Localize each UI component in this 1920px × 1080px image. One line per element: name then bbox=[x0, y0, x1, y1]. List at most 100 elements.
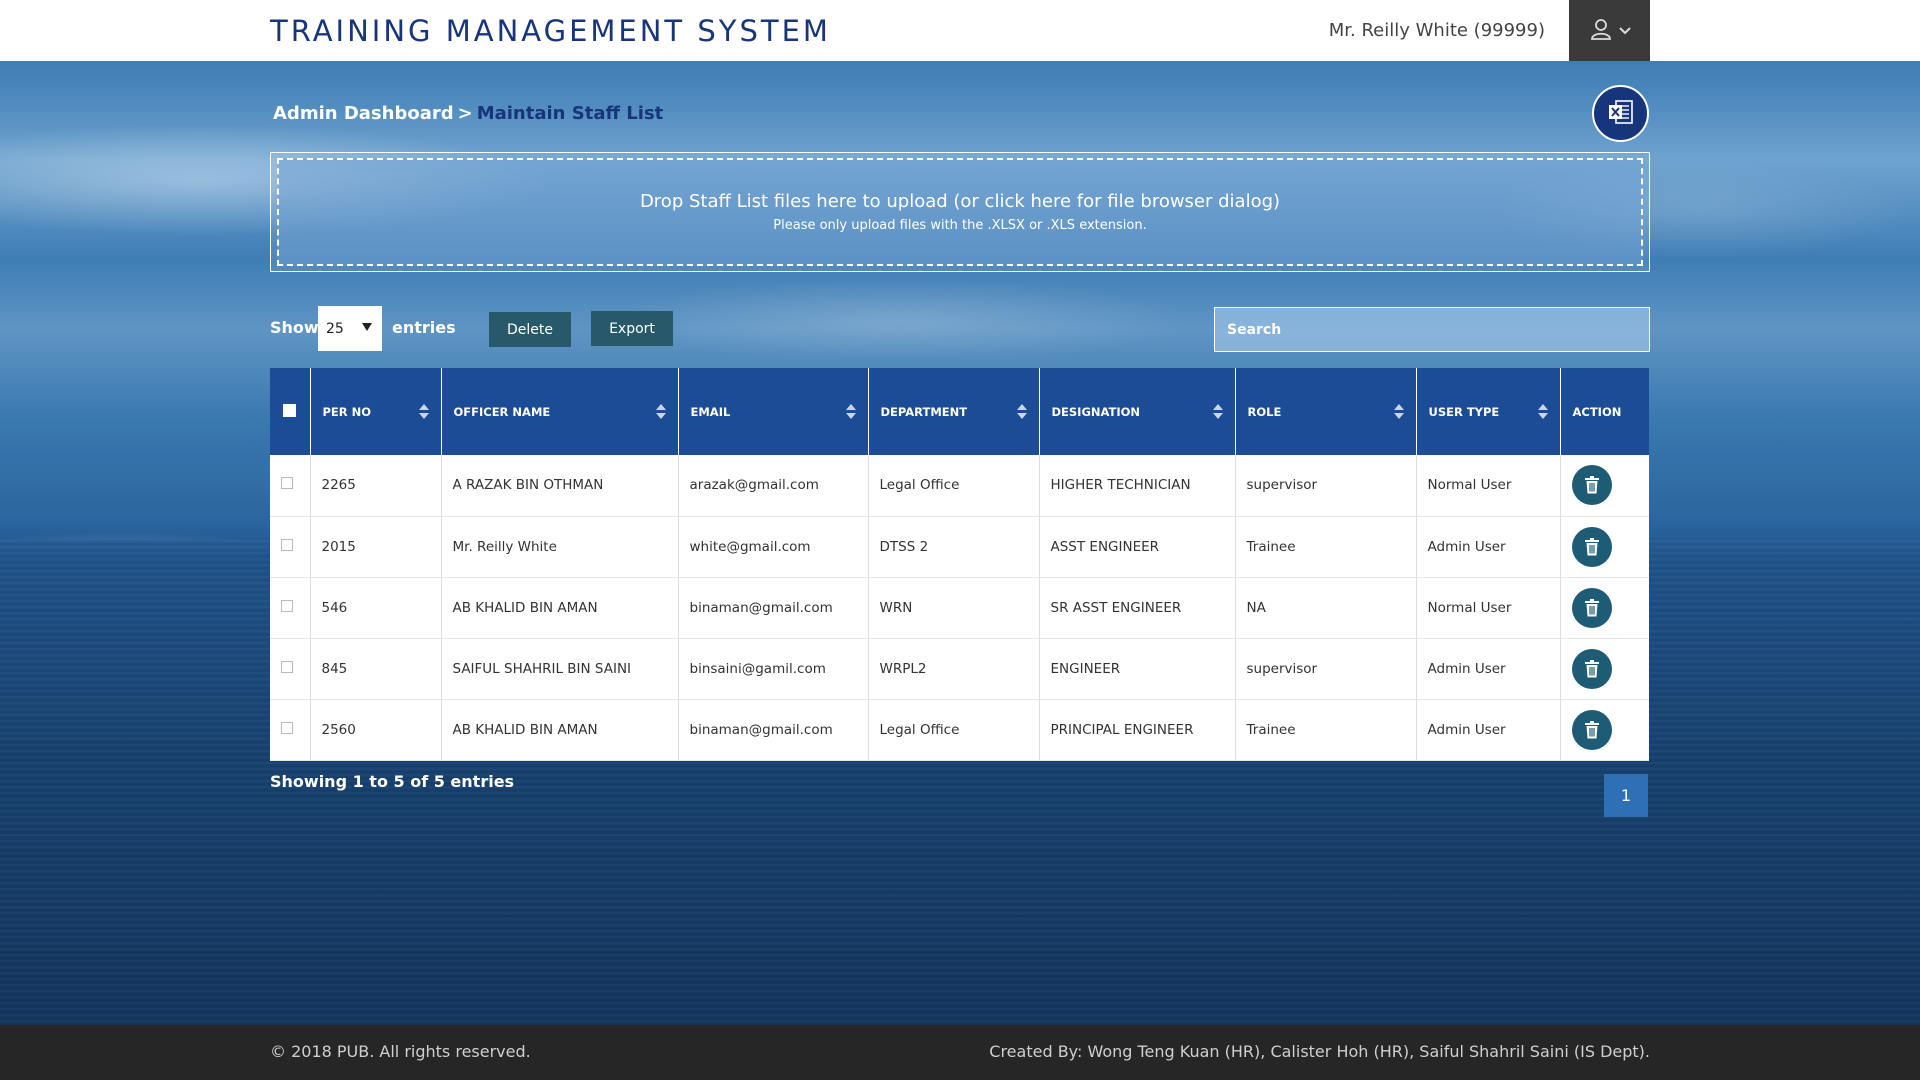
upload-instruction: Drop Staff List files here to upload (or… bbox=[639, 191, 1281, 212]
row-checkbox[interactable] bbox=[281, 721, 293, 734]
cell-officer-name: AB KHALID BIN AMAN bbox=[441, 699, 679, 761]
cell-designation: ENGINEER bbox=[1039, 638, 1236, 700]
staff-table: PER NO OFFICER NAME EMAIL DEPARTMENT DES… bbox=[270, 368, 1649, 761]
trash-icon bbox=[1584, 659, 1599, 677]
excel-icon bbox=[1606, 97, 1636, 131]
sort-icon[interactable] bbox=[1212, 404, 1223, 420]
sort-icon[interactable] bbox=[1393, 404, 1404, 420]
cell-designation: HIGHER TECHNICIAN bbox=[1039, 455, 1236, 517]
cell-per-no: 2560 bbox=[310, 699, 442, 761]
cell-action bbox=[1560, 516, 1649, 578]
page-length-select[interactable]: 25 bbox=[318, 306, 382, 351]
column-header-officer-name[interactable]: OFFICER NAME bbox=[441, 368, 679, 455]
row-select-cell bbox=[270, 455, 311, 517]
excel-template-button[interactable] bbox=[1592, 85, 1649, 142]
cell-officer-name: SAIFUL SHAHRIL BIN SAINI bbox=[441, 638, 679, 700]
select-all-cell bbox=[270, 368, 311, 455]
app-title: TRAINING MANAGEMENT SYSTEM bbox=[270, 14, 831, 48]
cell-per-no: 2265 bbox=[310, 455, 442, 517]
upload-dropzone[interactable]: Drop Staff List files here to upload (or… bbox=[270, 152, 1650, 272]
column-header-email[interactable]: EMAIL bbox=[678, 368, 869, 455]
delete-row-button[interactable] bbox=[1571, 526, 1612, 567]
cell-role: supervisor bbox=[1235, 638, 1417, 700]
show-label: Show bbox=[270, 318, 319, 337]
entries-label: entries bbox=[392, 318, 456, 337]
column-header-department[interactable]: DEPARTMENT bbox=[868, 368, 1040, 455]
row-checkbox[interactable] bbox=[281, 599, 293, 612]
row-checkbox[interactable] bbox=[281, 660, 293, 673]
row-select-cell bbox=[270, 516, 311, 578]
cell-per-no: 546 bbox=[310, 577, 442, 639]
row-select-cell bbox=[270, 577, 311, 639]
user-name: Mr. Reilly White (99999) bbox=[1328, 20, 1545, 41]
delete-row-button[interactable] bbox=[1571, 465, 1612, 506]
page-1-button[interactable]: 1 bbox=[1604, 774, 1648, 817]
sort-icon[interactable] bbox=[1537, 404, 1548, 420]
cell-department: WRN bbox=[868, 577, 1040, 639]
delete-row-button[interactable] bbox=[1571, 648, 1612, 689]
cell-email: binaman@gmail.com bbox=[678, 577, 869, 639]
table-row: 2265 A RAZAK BIN OTHMAN arazak@gmail.com… bbox=[270, 455, 1649, 517]
cell-role: Trainee bbox=[1235, 516, 1417, 578]
breadcrumb-separator: > bbox=[457, 103, 473, 124]
upload-dropzone-inner[interactable]: Drop Staff List files here to upload (or… bbox=[277, 158, 1643, 266]
table-controls: Show 25 entries Delete Export bbox=[270, 306, 1650, 352]
delete-row-button[interactable] bbox=[1571, 709, 1612, 750]
column-header-role[interactable]: ROLE bbox=[1235, 368, 1417, 455]
cell-role: Trainee bbox=[1235, 699, 1417, 761]
chevron-down-icon bbox=[1618, 21, 1631, 40]
table-info: Showing 1 to 5 of 5 entries bbox=[270, 772, 515, 791]
upload-extension-note: Please only upload files with the .XLSX … bbox=[773, 218, 1147, 233]
row-select-cell bbox=[270, 699, 311, 761]
cell-department: Legal Office bbox=[868, 699, 1040, 761]
trash-icon bbox=[1584, 537, 1599, 555]
select-all-checkbox[interactable] bbox=[283, 403, 296, 417]
column-header-user-type[interactable]: USER TYPE bbox=[1416, 368, 1561, 455]
cell-email: binsaini@gamil.com bbox=[678, 638, 869, 700]
breadcrumb-current: Maintain Staff List bbox=[476, 103, 664, 124]
cell-action bbox=[1560, 577, 1649, 639]
sort-icon[interactable] bbox=[655, 404, 666, 420]
cell-user-type: Normal User bbox=[1416, 577, 1561, 639]
cell-action bbox=[1560, 455, 1649, 517]
breadcrumb-admin-dashboard[interactable]: Admin Dashboard bbox=[273, 103, 454, 124]
cell-department: WRPL2 bbox=[868, 638, 1040, 700]
cell-department: Legal Office bbox=[868, 455, 1040, 517]
page-length-value: 25 bbox=[326, 320, 344, 337]
footer-copyright: © 2018 PUB. All rights reserved. bbox=[270, 1042, 531, 1061]
sort-icon[interactable] bbox=[1016, 404, 1027, 420]
cell-designation: SR ASST ENGINEER bbox=[1039, 577, 1236, 639]
top-header: TRAINING MANAGEMENT SYSTEM Mr. Reilly Wh… bbox=[0, 0, 1920, 61]
cell-user-type: Admin User bbox=[1416, 638, 1561, 700]
trash-icon bbox=[1584, 720, 1599, 738]
column-header-designation[interactable]: DESIGNATION bbox=[1039, 368, 1236, 455]
trash-icon bbox=[1584, 476, 1599, 494]
row-checkbox[interactable] bbox=[281, 477, 293, 490]
column-header-per-no[interactable]: PER NO bbox=[310, 368, 442, 455]
delete-button[interactable]: Delete bbox=[489, 312, 571, 347]
trash-icon bbox=[1584, 598, 1599, 616]
sort-icon[interactable] bbox=[845, 404, 856, 420]
search-input[interactable] bbox=[1214, 307, 1650, 352]
table-row: 2015 Mr. Reilly White white@gmail.com DT… bbox=[270, 516, 1649, 578]
row-checkbox[interactable] bbox=[281, 538, 293, 551]
delete-row-button[interactable] bbox=[1571, 587, 1612, 628]
cell-user-type: Admin User bbox=[1416, 516, 1561, 578]
row-select-cell bbox=[270, 638, 311, 700]
cell-officer-name: Mr. Reilly White bbox=[441, 516, 679, 578]
table-row: 2560 AB KHALID BIN AMAN binaman@gmail.co… bbox=[270, 699, 1649, 761]
cell-role: supervisor bbox=[1235, 455, 1417, 517]
cell-action bbox=[1560, 699, 1649, 761]
cell-role: NA bbox=[1235, 577, 1417, 639]
cell-designation: PRINCIPAL ENGINEER bbox=[1039, 699, 1236, 761]
cell-per-no: 845 bbox=[310, 638, 442, 700]
table-row: 546 AB KHALID BIN AMAN binaman@gmail.com… bbox=[270, 577, 1649, 639]
cell-per-no: 2015 bbox=[310, 516, 442, 578]
cell-officer-name: A RAZAK BIN OTHMAN bbox=[441, 455, 679, 517]
sort-icon[interactable] bbox=[418, 404, 429, 420]
user-menu-button[interactable] bbox=[1569, 0, 1650, 61]
export-button[interactable]: Export bbox=[591, 311, 673, 346]
footer: © 2018 PUB. All rights reserved. Created… bbox=[0, 1025, 1920, 1080]
cell-email: binaman@gmail.com bbox=[678, 699, 869, 761]
table-header-row: PER NO OFFICER NAME EMAIL DEPARTMENT DES… bbox=[270, 368, 1649, 455]
